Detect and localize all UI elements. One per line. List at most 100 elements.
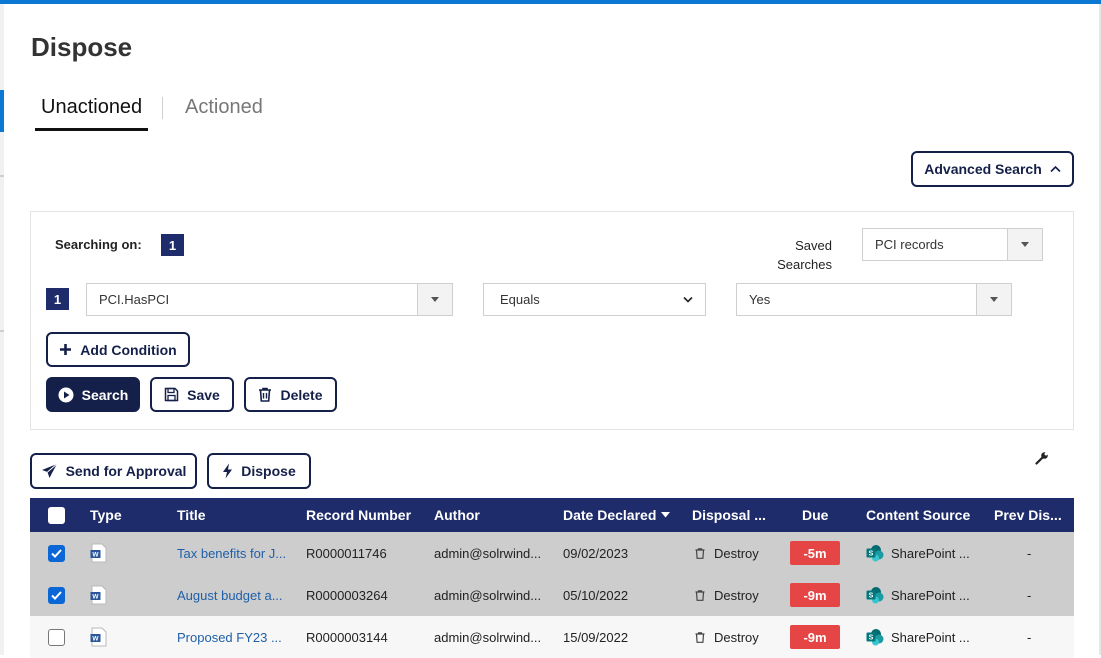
column-header-author[interactable]: Author	[434, 498, 480, 532]
due-badge: -9m	[790, 625, 840, 649]
condition-count-badge: 1	[161, 234, 184, 256]
column-header-due[interactable]: Due	[802, 498, 828, 532]
search-button[interactable]: Search	[46, 377, 140, 412]
tab-unactioned[interactable]: Unactioned	[41, 96, 142, 119]
top-accent-bar	[0, 0, 1101, 4]
content-source-label: SharePoint ...	[891, 587, 970, 603]
lightning-icon	[223, 463, 233, 479]
condition-field-value: PCI.HasPCI	[99, 292, 170, 307]
content-source-cell: S SharePoint ...	[866, 574, 986, 616]
column-header-record-number[interactable]: Record Number	[306, 498, 411, 532]
row-checkbox[interactable]	[48, 586, 65, 604]
disposal-cell: Destroy	[695, 574, 759, 616]
prev-disposal-cell: -	[1027, 545, 1032, 561]
content-source-cell: S SharePoint ...	[866, 616, 986, 658]
select-all-checkbox[interactable]	[48, 506, 65, 524]
search-button-label: Search	[81, 386, 129, 403]
add-condition-label: Add Condition	[80, 341, 177, 358]
save-icon	[164, 387, 179, 402]
column-header-date-declared-label: Date Declared	[563, 507, 657, 523]
sharepoint-icon: S	[866, 587, 884, 604]
prev-disposal-cell: -	[1027, 629, 1032, 645]
dropdown-arrow-icon[interactable]	[1007, 229, 1042, 260]
title-link[interactable]: Tax benefits for J...	[177, 532, 295, 574]
active-tab-underline	[35, 128, 148, 131]
saved-searches-label: Saved Searches	[777, 238, 832, 272]
column-header-date-declared[interactable]: Date Declared	[563, 498, 671, 532]
due-badge: -9m	[790, 583, 840, 607]
plus-icon	[60, 344, 72, 355]
condition-value-dropdown[interactable]: Yes	[736, 283, 1012, 316]
tab-separator	[162, 97, 163, 119]
left-nav-divider	[0, 175, 4, 177]
disposal-action: Destroy	[714, 629, 759, 645]
dispose-button-label: Dispose	[241, 463, 296, 479]
condition-field-dropdown[interactable]: PCI.HasPCI	[86, 283, 453, 316]
send-for-approval-label: Send for Approval	[65, 463, 187, 479]
svg-text:W: W	[92, 552, 99, 559]
saved-searches-dropdown[interactable]: PCI records	[862, 228, 1043, 261]
due-badge: -5m	[790, 541, 840, 565]
searching-on-label: Searching on:	[55, 237, 142, 252]
word-doc-icon: W	[90, 543, 107, 563]
disposal-cell: Destroy	[695, 616, 759, 658]
send-for-approval-button[interactable]: Send for Approval	[30, 453, 197, 489]
dropdown-arrow-icon[interactable]	[976, 284, 1011, 315]
chevron-down-icon	[683, 296, 693, 303]
column-header-content-source[interactable]: Content Source	[866, 498, 970, 532]
table-row[interactable]: W Proposed FY23 ... R0000003144 admin@so…	[30, 616, 1074, 658]
row-checkbox[interactable]	[48, 544, 65, 562]
author-cell: admin@solrwind...	[434, 629, 542, 645]
sharepoint-icon: S	[866, 629, 884, 646]
row-select-cell[interactable]	[48, 616, 65, 658]
trash-icon	[259, 387, 272, 402]
column-header-prev-disposal[interactable]: Prev Dis...	[994, 498, 1062, 532]
condition-operator-select[interactable]: Equals	[483, 283, 706, 316]
trash-icon	[695, 589, 705, 601]
table-row[interactable]: W Tax benefits for J... R0000011746 admi…	[30, 532, 1074, 574]
dispose-button[interactable]: Dispose	[207, 453, 311, 489]
due-cell: -5m	[790, 532, 840, 574]
row-select-cell[interactable]	[48, 574, 65, 616]
date-declared-cell: 05/10/2022	[563, 587, 629, 603]
column-header-title[interactable]: Title	[177, 498, 206, 532]
tab-actioned[interactable]: Actioned	[185, 96, 263, 119]
disposal-action: Destroy	[714, 587, 759, 603]
condition-value: Yes	[749, 292, 771, 307]
left-nav-active-indicator	[0, 90, 4, 132]
content-source-label: SharePoint ...	[891, 545, 970, 561]
trash-icon	[695, 547, 705, 559]
prev-disposal-cell: -	[1027, 587, 1032, 603]
svg-text:W: W	[92, 594, 99, 601]
row-select-cell[interactable]	[48, 532, 65, 574]
date-declared-cell: 09/02/2023	[563, 545, 629, 561]
dropdown-arrow-icon[interactable]	[417, 284, 452, 315]
record-number-cell: R0000003144	[306, 629, 388, 645]
table-row[interactable]: W August budget a... R0000003264 admin@s…	[30, 574, 1074, 616]
wrench-icon[interactable]	[1035, 451, 1049, 465]
records-grid: Type Title Record Number Author Date Dec…	[30, 498, 1074, 658]
page-title: Dispose	[31, 32, 133, 62]
column-header-disposal[interactable]: Disposal ...	[692, 498, 766, 532]
title-link[interactable]: August budget a...	[177, 574, 295, 616]
content-source-cell: S SharePoint ...	[866, 532, 986, 574]
row-checkbox[interactable]	[48, 628, 65, 646]
play-circle-icon	[58, 387, 74, 402]
column-header-type[interactable]: Type	[90, 498, 122, 532]
due-cell: -9m	[790, 574, 840, 616]
select-all-cell[interactable]	[48, 498, 65, 532]
type-cell: W	[90, 616, 108, 658]
save-button[interactable]: Save	[150, 377, 234, 412]
advanced-search-button[interactable]: Advanced Search	[911, 151, 1074, 187]
title-link[interactable]: Proposed FY23 ...	[177, 616, 295, 658]
author-cell: admin@solrwind...	[434, 545, 542, 561]
svg-text:S: S	[869, 593, 874, 600]
sort-descending-icon	[661, 512, 671, 518]
add-condition-button[interactable]: Add Condition	[46, 332, 190, 367]
advanced-search-label: Advanced Search	[924, 161, 1042, 177]
type-cell: W	[90, 574, 108, 616]
delete-button[interactable]: Delete	[244, 377, 337, 412]
left-nav-divider	[0, 330, 4, 332]
save-button-label: Save	[187, 386, 220, 403]
paper-plane-icon	[41, 463, 57, 478]
